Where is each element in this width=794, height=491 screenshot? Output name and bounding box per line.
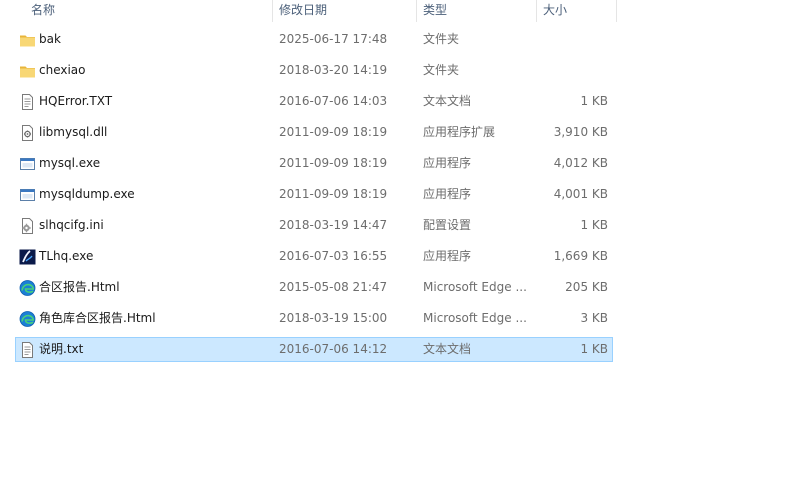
file-type: 应用程序扩展: [423, 125, 496, 139]
file-row[interactable]: bak 2025-06-17 17:48 文件夹: [15, 27, 613, 52]
file-row[interactable]: chexiao 2018-03-20 14:19 文件夹: [15, 58, 613, 83]
column-header-date[interactable]: 修改日期: [273, 0, 416, 22]
column-header-bar: 名称 修改日期 类型 大小: [0, 0, 794, 22]
file-type: 应用程序: [423, 249, 472, 263]
file-name: mysqldump.exe: [39, 187, 135, 201]
edge-icon: [19, 280, 36, 296]
file-size: 205 KB: [565, 280, 608, 294]
file-modified-date: 2018-03-20 14:19: [279, 63, 388, 77]
file-type: Microsoft Edge ...: [423, 280, 527, 294]
file-name: 说明.txt: [39, 342, 84, 356]
file-type: Microsoft Edge ...: [423, 311, 527, 325]
file-name: 合区报告.Html: [39, 280, 120, 294]
file-type: 文本文档: [423, 94, 472, 108]
edge-icon: [19, 311, 36, 327]
file-modified-date: 2018-03-19 14:47: [279, 218, 388, 232]
file-row[interactable]: TLhq.exe 2016-07-03 16:55 应用程序 1,669 KB: [15, 244, 613, 269]
file-modified-date: 2016-07-03 16:55: [279, 249, 388, 263]
column-divider[interactable]: [616, 0, 617, 22]
file-row[interactable]: 角色库合区报告.Html 2018-03-19 15:00 Microsoft Ed…: [15, 306, 613, 331]
file-row[interactable]: mysql.exe 2011-09-09 18:19 应用程序 4,012 KB: [15, 151, 613, 176]
folder-icon: [19, 32, 36, 48]
file-size: 4,001 KB: [553, 187, 608, 201]
file-type: 配置设置: [423, 218, 472, 232]
file-name: chexiao: [39, 63, 86, 77]
file-size: 1 KB: [580, 94, 608, 108]
file-name: slhqcifg.ini: [39, 218, 104, 232]
file-row[interactable]: mysqldump.exe 2011-09-09 18:19 应用程序 4,001 K…: [15, 182, 613, 207]
file-modified-date: 2011-09-09 18:19: [279, 125, 388, 139]
file-row[interactable]: 说明.txt 2016-07-06 14:12 文本文档 1 KB: [15, 337, 613, 362]
dll-file-icon: [19, 125, 36, 141]
file-size: 3 KB: [580, 311, 608, 325]
file-type: 文本文档: [423, 342, 472, 356]
file-name: mysql.exe: [39, 156, 101, 170]
file-name: bak: [39, 32, 61, 46]
file-name: 角色库合区报告.Html: [39, 311, 156, 325]
file-row[interactable]: slhqcifg.ini 2018-03-19 14:47 配置设置 1 KB: [15, 213, 613, 238]
file-modified-date: 2016-07-06 14:03: [279, 94, 388, 108]
column-header-size[interactable]: 大小: [537, 0, 616, 22]
file-name: HQError.TXT: [39, 94, 113, 108]
folder-icon: [19, 63, 36, 79]
file-modified-date: 2018-03-19 15:00: [279, 311, 388, 325]
file-modified-date: 2016-07-06 14:12: [279, 342, 388, 356]
file-row[interactable]: 合区报告.Html 2015-05-08 21:47 Microsoft Edge …: [15, 275, 613, 300]
file-size: 1,669 KB: [553, 249, 608, 263]
file-type: 文件夹: [423, 63, 460, 77]
file-size: 1 KB: [580, 218, 608, 232]
ini-settings-icon: [19, 218, 36, 234]
text-file-icon: [19, 94, 36, 110]
file-row[interactable]: libmysql.dll 2011-09-09 18:19 应用程序扩展 3,910 …: [15, 120, 613, 145]
file-modified-date: 2015-05-08 21:47: [279, 280, 388, 294]
exe-window-icon: [19, 156, 36, 172]
column-header-type[interactable]: 类型: [417, 0, 536, 22]
file-size: 4,012 KB: [553, 156, 608, 170]
tlhq-app-icon: [19, 249, 36, 265]
exe-window-icon: [19, 187, 36, 203]
file-name: TLhq.exe: [39, 249, 94, 263]
file-modified-date: 2011-09-09 18:19: [279, 156, 388, 170]
file-row[interactable]: HQError.TXT 2016-07-06 14:03 文本文档 1 KB: [15, 89, 613, 114]
file-type: 文件夹: [423, 32, 460, 46]
file-modified-date: 2011-09-09 18:19: [279, 187, 388, 201]
file-name: libmysql.dll: [39, 125, 108, 139]
file-type: 应用程序: [423, 187, 472, 201]
column-header-name[interactable]: 名称: [25, 0, 272, 22]
file-size: 1 KB: [580, 342, 608, 356]
file-size: 3,910 KB: [553, 125, 608, 139]
file-type: 应用程序: [423, 156, 472, 170]
text-file-icon: [19, 342, 36, 358]
file-modified-date: 2025-06-17 17:48: [279, 32, 388, 46]
